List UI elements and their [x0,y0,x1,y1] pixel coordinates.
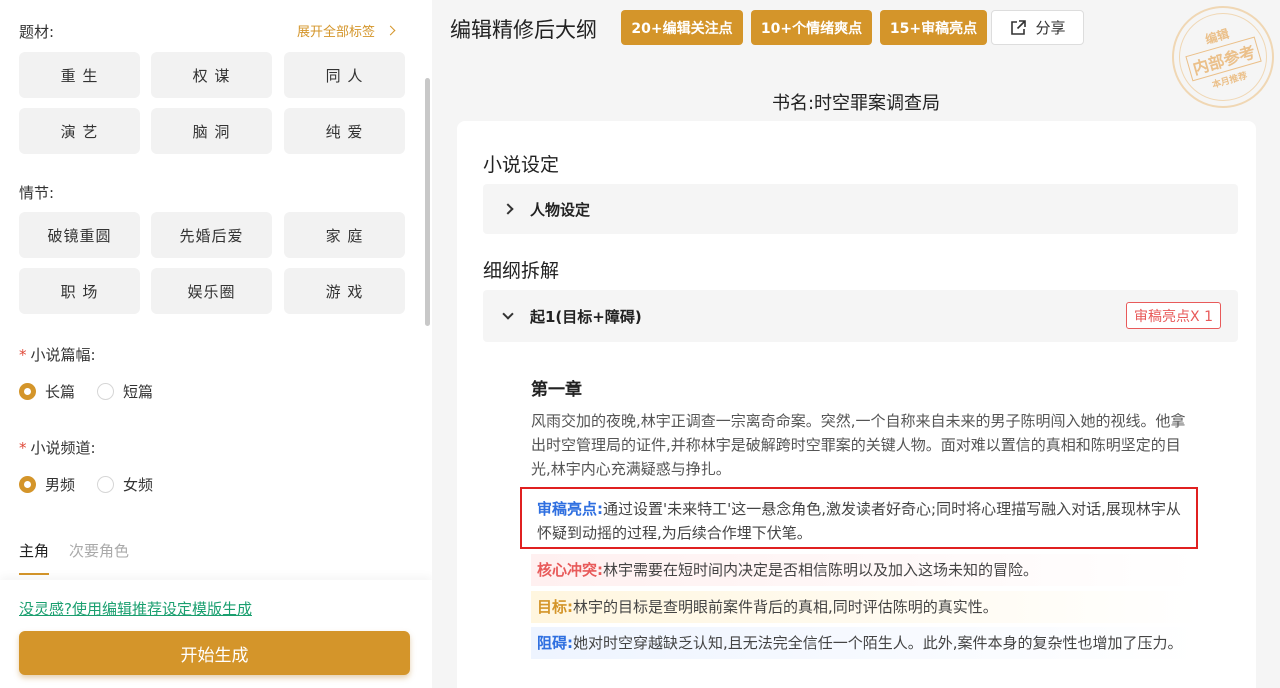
channel-label-row: * 小说频道: [19,437,96,458]
genre-tag[interactable]: 脑 洞 [151,108,272,154]
share-label: 分享 [1035,19,1066,37]
length-option-short[interactable]: 短篇 [97,381,153,402]
channel-option-female[interactable]: 女频 [97,474,153,495]
highlight-count-badge: 审稿亮点X 1 [1126,302,1221,329]
genre-tag[interactable]: 权 谋 [151,52,272,98]
required-mark: * [19,439,27,457]
channel-radio-group: 男频 女频 [19,474,175,495]
scrollbar[interactable] [425,78,430,326]
share-icon [1011,19,1027,35]
section-accordion[interactable]: 起1(目标+障碍) 审稿亮点X 1 [483,290,1238,342]
goal-text: 林宇的目标是查明眼前案件背后的真相,同时评估陈明的真实性。 [573,598,998,616]
genre-tag[interactable]: 纯 爱 [284,108,405,154]
genre-tag[interactable]: 同 人 [284,52,405,98]
genre-label: 题材: [19,23,55,41]
radio-checked-icon [19,383,36,400]
role-tabs: 主角 次要角色 [19,540,149,575]
obstacle-text: 她对时空穿越缺乏认知,且无法完全信任一个陌生人。此外,案件本身的复杂性也增加了压… [573,634,1183,652]
plot-tag[interactable]: 破镜重圆 [19,212,140,258]
expand-all-tags-link[interactable]: 展开全部标签 [297,21,396,40]
length-label-row: * 小说篇幅: [19,344,96,365]
template-suggestion-link[interactable]: 没灵感?使用编辑推荐设定模版生成 [19,598,252,619]
obstacle: 阻碍:她对时空穿越缺乏认知,且无法完全信任一个陌生人。此外,案件本身的复杂性也增… [531,627,1199,659]
settings-heading: 小说设定 [483,154,560,176]
outline-card: 小说设定 人物设定 细纲拆解 起1(目标+障碍) 审稿亮点X 1 第一章 风雨交… [457,121,1256,688]
length-option-label: 短篇 [123,383,154,401]
plot-tag[interactable]: 先婚后爱 [151,212,272,258]
radio-unchecked-icon [97,383,115,400]
channel-option-male[interactable]: 男频 [19,474,75,495]
length-radio-group: 长篇 短篇 [19,381,175,402]
channel-label: 小说频道: [30,439,96,457]
book-name: 书名:时空罪案调查局 [771,93,941,114]
genre-tag[interactable]: 重 生 [19,52,140,98]
core-conflict-key: 核心冲突: [537,561,603,579]
length-option-long[interactable]: 长篇 [19,381,75,402]
start-generate-button[interactable]: 开始生成 [19,631,410,675]
core-conflict: 核心冲突:林宇需要在短时间内决定是否相信陈明以及加入这场未知的冒险。 [531,554,1199,586]
outline-panel: 编辑精修后大纲 20+编辑关注点 10+个情绪爽点 15+审稿亮点 分享 编辑 … [432,0,1280,688]
feature-badge: 10+个情绪爽点 [751,10,872,45]
radio-checked-icon [19,476,36,493]
channel-option-label: 男频 [45,476,76,494]
accordion-label: 人物设定 [530,200,591,219]
config-panel: 题材: 展开全部标签 重 生 权 谋 同 人 演 艺 脑 洞 纯 爱 情节: 破… [0,0,432,688]
genre-tag[interactable]: 演 艺 [19,108,140,154]
plot-label: 情节: [19,184,55,202]
chevron-right-icon [502,203,514,215]
config-scroll-area: 题材: 展开全部标签 重 生 权 谋 同 人 演 艺 脑 洞 纯 爱 情节: 破… [0,0,432,580]
chapter-text: 风雨交加的夜晚,林宇正调查一宗离奇命案。突然,一个自称来自未来的男子陈明闯入她的… [531,412,1186,478]
required-mark: * [19,346,27,364]
obstacle-key: 阻碍: [537,634,573,652]
accordion-label: 起1(目标+障碍) [530,307,642,326]
chevron-right-icon [385,25,396,36]
highlight-frame [520,487,1198,549]
goal-key: 目标: [537,598,573,616]
core-conflict-text: 林宇需要在短时间内决定是否相信陈明以及加入这场未知的冒险。 [603,561,1039,579]
tab-secondary-character[interactable]: 次要角色 [69,540,129,575]
chapter-title: 第一章 [531,380,582,400]
character-settings-accordion[interactable]: 人物设定 [483,184,1238,234]
channel-option-label: 女频 [123,476,154,494]
plot-tag[interactable]: 娱乐圈 [151,268,272,314]
action-footer: 没灵感?使用编辑推荐设定模版生成 开始生成 [0,580,432,688]
feature-badge: 15+审稿亮点 [880,10,987,45]
length-label: 小说篇幅: [30,346,96,364]
page-title: 编辑精修后大纲 [450,18,597,42]
radio-unchecked-icon [97,476,115,493]
expand-all-tags-label: 展开全部标签 [297,25,376,40]
chevron-down-icon [502,308,514,320]
plot-tag[interactable]: 游 戏 [284,268,405,314]
feature-badge: 20+编辑关注点 [621,10,743,45]
plot-tag[interactable]: 职 场 [19,268,140,314]
tab-protagonist[interactable]: 主角 [19,540,50,575]
plot-tag[interactable]: 家 庭 [284,212,405,258]
share-button[interactable]: 分享 [991,10,1084,45]
length-option-label: 长篇 [45,383,76,401]
outline-heading: 细纲拆解 [483,260,560,282]
goal: 目标:林宇的目标是查明眼前案件背后的真相,同时评估陈明的真实性。 [531,591,1199,623]
